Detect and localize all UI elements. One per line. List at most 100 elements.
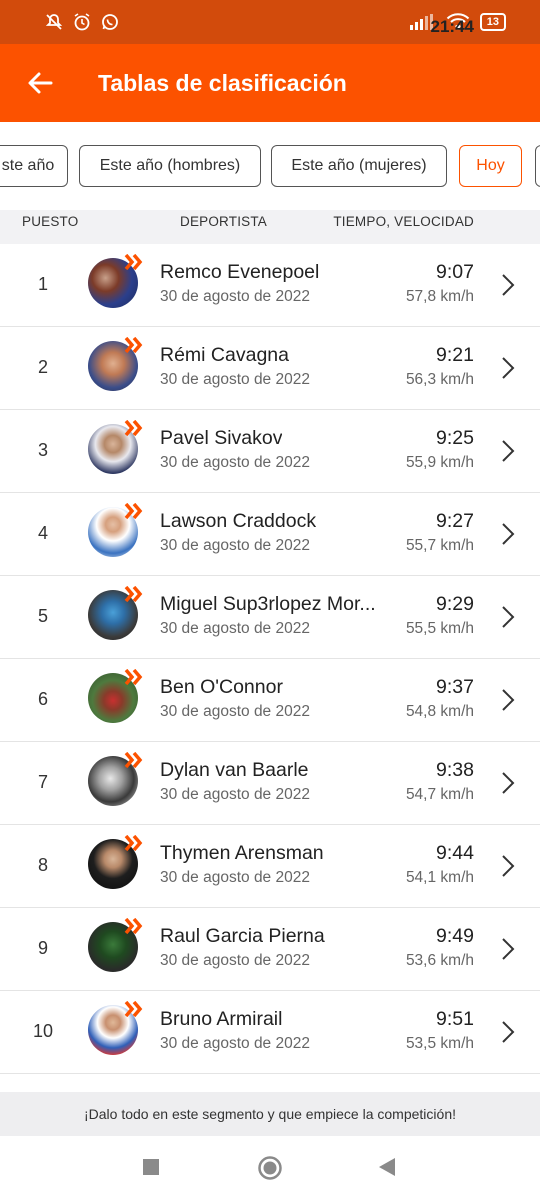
filter-chip-next[interactable] — [535, 145, 540, 187]
table-row[interactable]: 6 Ben O'Connor 30 de agosto de 2022 9:37… — [0, 659, 540, 742]
status-time: 21:44 — [430, 17, 474, 36]
effort-date: 30 de agosto de 2022 — [160, 454, 310, 471]
table-row[interactable]: 1 Remco Evenepoel 30 de agosto de 2022 9… — [0, 244, 540, 327]
battery-icon: 13 — [479, 13, 506, 31]
back-arrow-icon — [28, 72, 53, 94]
system-nav-bar — [0, 1136, 540, 1200]
row-rank: 8 — [37, 855, 48, 875]
effort-date: 30 de agosto de 2022 — [160, 620, 310, 637]
alarm-icon — [74, 13, 90, 31]
avatar[interactable] — [88, 918, 143, 974]
chevron-right-icon — [502, 855, 515, 877]
chevron-right-icon — [502, 274, 515, 296]
chevron-right-icon — [502, 440, 515, 462]
effort-speed: 57,8 km/h — [405, 288, 474, 305]
table-row[interactable]: 3 Pavel Sivakov 30 de agosto de 2022 9:2… — [0, 410, 540, 493]
athlete-name: Miguel Sup3rlopez Mor... — [160, 593, 376, 615]
chevron-right-icon — [502, 689, 515, 711]
filter-chip-this-year-men[interactable]: Este año (hombres) — [79, 145, 261, 187]
table-row[interactable]: 4 Lawson Craddock 30 de agosto de 2022 9… — [0, 493, 540, 576]
athlete-name: Thymen Arensman — [160, 842, 324, 864]
effort-speed: 54,8 km/h — [405, 703, 474, 720]
table-row[interactable]: 2 Rémi Cavagna 30 de agosto de 2022 9:21… — [0, 327, 540, 410]
row-rank: 5 — [37, 606, 48, 626]
app-bar: Tablas de clasificación — [0, 44, 540, 122]
effort-speed: 55,7 km/h — [405, 537, 474, 554]
recents-icon[interactable] — [142, 1158, 160, 1176]
athlete-name: Bruno Armirail — [160, 1008, 283, 1030]
back-button[interactable] — [12, 55, 68, 111]
strava-pro-badge-icon — [124, 669, 143, 685]
filter-chip-this-year-women[interactable]: Este año (mujeres) — [271, 145, 447, 187]
strava-pro-badge-icon — [124, 1001, 143, 1017]
row-rank: 10 — [32, 1021, 54, 1041]
effort-speed: 54,1 km/h — [405, 869, 474, 886]
athlete-name: Lawson Craddock — [160, 510, 317, 532]
table-row[interactable]: 9 Raul Garcia Pierna 30 de agosto de 202… — [0, 908, 540, 991]
mute-icon — [45, 14, 63, 30]
chevron-right-icon — [502, 1021, 515, 1043]
avatar[interactable] — [88, 669, 143, 725]
strava-pro-badge-icon — [124, 752, 143, 768]
effort-date: 30 de agosto de 2022 — [160, 952, 310, 969]
strava-pro-badge-icon — [124, 586, 143, 602]
effort-speed: 53,6 km/h — [405, 952, 474, 969]
effort-date: 30 de agosto de 2022 — [160, 1035, 310, 1052]
effort-speed: 56,3 km/h — [405, 371, 474, 388]
avatar[interactable] — [88, 503, 143, 559]
avatar[interactable] — [88, 420, 143, 476]
effort-time: 9:27 — [436, 510, 474, 532]
back-nav-icon[interactable] — [378, 1157, 396, 1177]
avatar[interactable] — [88, 254, 143, 310]
home-icon[interactable] — [257, 1155, 283, 1181]
strava-pro-badge-icon — [124, 918, 143, 934]
strava-pro-badge-icon — [124, 254, 143, 270]
footer-banner: ¡Dalo todo en este segmento y que empiec… — [0, 1092, 540, 1136]
avatar[interactable] — [88, 586, 143, 642]
avatar[interactable] — [88, 337, 143, 393]
row-rank: 3 — [37, 440, 48, 460]
chevron-right-icon — [502, 606, 515, 628]
athlete-name: Ben O'Connor — [160, 676, 283, 698]
table-row[interactable]: 5 Miguel Sup3rlopez Mor... 30 de agosto … — [0, 576, 540, 659]
avatar[interactable] — [88, 1001, 143, 1057]
filter-chip-this-year[interactable]: ste año — [0, 145, 68, 187]
row-rank: 7 — [37, 772, 48, 792]
page-title: Tablas de clasificación — [98, 69, 347, 96]
whatsapp-icon — [102, 14, 118, 30]
strava-pro-badge-icon — [124, 337, 143, 353]
effort-time: 9:21 — [436, 344, 474, 366]
effort-date: 30 de agosto de 2022 — [160, 869, 310, 886]
effort-time: 9:25 — [436, 427, 474, 449]
effort-time: 9:37 — [436, 676, 474, 698]
effort-time: 9:49 — [436, 925, 474, 947]
header-athlete: DEPORTISTA — [180, 214, 268, 229]
leaderboard-list: 1 Remco Evenepoel 30 de agosto de 2022 9… — [0, 244, 540, 1074]
header-rank: PUESTO — [22, 214, 79, 229]
athlete-name: Raul Garcia Pierna — [160, 925, 325, 947]
table-row[interactable]: 10 Bruno Armirail 30 de agosto de 2022 9… — [0, 991, 540, 1074]
strava-pro-badge-icon — [124, 420, 143, 436]
effort-time: 9:44 — [436, 842, 474, 864]
effort-time: 9:38 — [436, 759, 474, 781]
row-rank: 4 — [37, 523, 48, 543]
filter-chip-row[interactable]: ste año Este año (hombres) Este año (muj… — [0, 122, 540, 210]
row-rank: 2 — [37, 357, 48, 377]
effort-date: 30 de agosto de 2022 — [160, 786, 310, 803]
effort-time: 9:29 — [436, 593, 474, 615]
effort-date: 30 de agosto de 2022 — [160, 288, 310, 305]
table-row[interactable]: 7 Dylan van Baarle 30 de agosto de 2022 … — [0, 742, 540, 825]
filter-chip-today[interactable]: Hoy — [459, 145, 522, 187]
row-rank: 6 — [37, 689, 48, 709]
table-row[interactable]: 8 Thymen Arensman 30 de agosto de 2022 9… — [0, 825, 540, 908]
athlete-name: Remco Evenepoel — [160, 261, 320, 283]
row-rank: 9 — [37, 938, 48, 958]
chevron-right-icon — [502, 938, 515, 960]
chevron-right-icon — [502, 772, 515, 794]
status-bar: 21:44 13 — [0, 0, 540, 44]
avatar[interactable] — [88, 835, 143, 891]
avatar[interactable] — [88, 752, 143, 808]
effort-time: 9:07 — [436, 261, 474, 283]
header-time-speed: TIEMPO, VELOCIDAD — [333, 214, 474, 229]
athlete-name: Dylan van Baarle — [160, 759, 309, 781]
